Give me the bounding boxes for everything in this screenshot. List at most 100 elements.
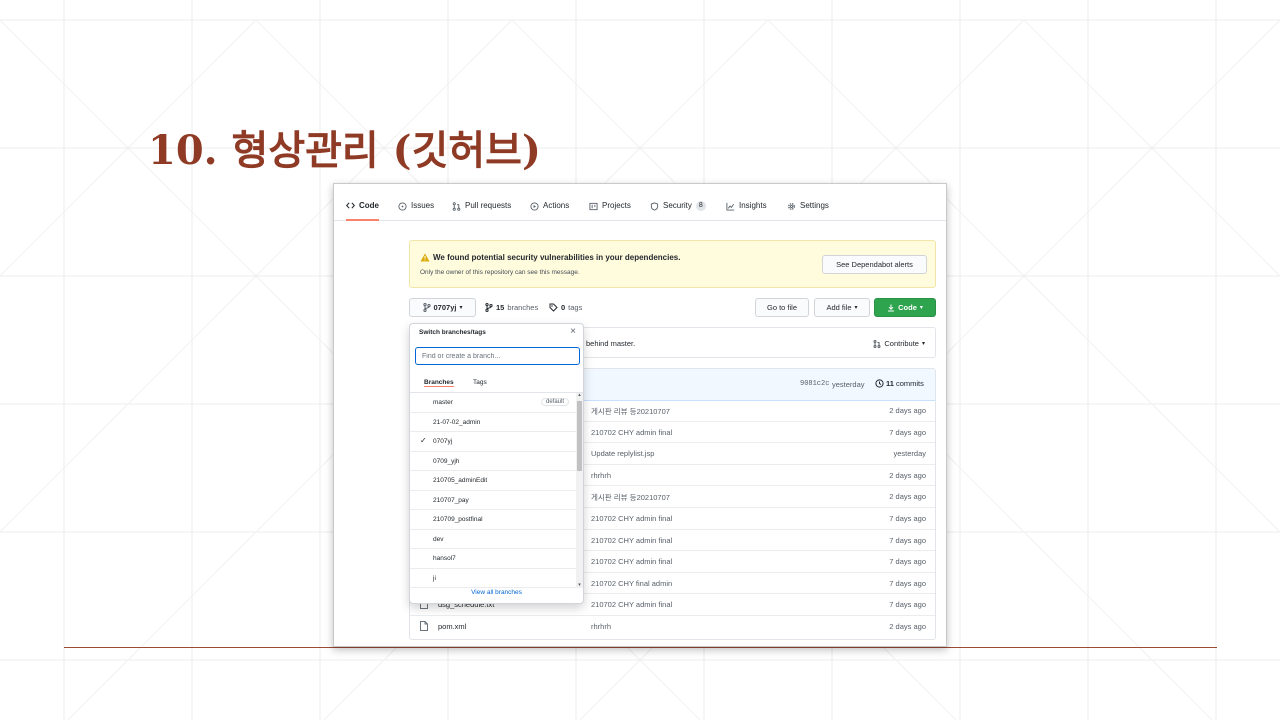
current-branch-label: 0707yj xyxy=(433,303,457,312)
commit-age: 2 days ago xyxy=(889,406,926,415)
default-branch-badge: default xyxy=(540,398,569,406)
commit-age: yesterday xyxy=(893,449,926,459)
tab-insights[interactable]: Insights xyxy=(726,184,767,220)
branch-list: master default 21-07-02_admin ✓ 0707yj 0709_y… xyxy=(410,393,576,588)
tab-branches[interactable]: Branches xyxy=(424,379,454,387)
commit-age: 2 days ago xyxy=(889,492,926,502)
scroll-down-icon[interactable]: ▾ xyxy=(576,582,583,588)
tab-settings-label: Settings xyxy=(800,201,829,210)
github-screenshot: Code Issues Pull requests Actions Projec… xyxy=(333,183,947,647)
branch-name: 210709_postfinal xyxy=(433,516,483,523)
scrollbar-thumb[interactable] xyxy=(577,401,582,471)
branches-label: branches xyxy=(507,303,539,312)
history-icon xyxy=(875,379,884,388)
commit-time: yesterday xyxy=(832,380,865,389)
commit-message[interactable]: Update replylist.jsp xyxy=(591,449,654,458)
gear-icon xyxy=(788,202,795,210)
branch-item[interactable]: master default xyxy=(410,393,576,413)
tab-actions[interactable]: Actions xyxy=(530,184,569,220)
tab-projects[interactable]: Projects xyxy=(589,184,631,220)
branch-name: ji xyxy=(433,574,436,582)
behind-text: behind master. xyxy=(586,339,636,348)
tag-icon xyxy=(549,303,558,312)
chevron-down-icon: ▾ xyxy=(921,341,925,347)
commit-age: 7 days ago xyxy=(889,557,926,567)
branch-name: 0707yj xyxy=(433,438,453,445)
security-alert: We found potential security vulnerabilit… xyxy=(409,240,936,288)
download-icon xyxy=(888,304,895,311)
commits-label: commits xyxy=(895,379,924,388)
branch-item[interactable]: 210707_pay xyxy=(410,491,576,510)
branch-item[interactable]: dev xyxy=(410,530,576,549)
commit-message[interactable]: 210702 CHY admin final xyxy=(591,428,672,437)
commit-message[interactable]: rhrhrh xyxy=(591,471,611,480)
branch-item[interactable]: 0709_yjh xyxy=(410,452,576,471)
see-dependabot-alerts-button[interactable]: See Dependabot alerts xyxy=(822,255,927,274)
branch-search-input[interactable] xyxy=(415,347,580,365)
dropdown-tabs: Branches Tags xyxy=(410,375,583,393)
title-rule xyxy=(64,647,1217,648)
branch-icon xyxy=(422,303,431,312)
branch-name: dev xyxy=(433,535,444,543)
tab-settings[interactable]: Settings xyxy=(787,184,829,220)
branch-item[interactable]: ✓ 0707yj xyxy=(410,432,576,452)
contribute-label: Contribute xyxy=(884,339,919,348)
branch-name: 21-07-02_admin xyxy=(433,418,481,426)
commit-message[interactable]: 게시판 리뷰 등20210707 xyxy=(591,492,670,503)
branch-item[interactable]: hansol7 xyxy=(410,549,576,569)
commit-message[interactable]: 210702 CHY admin final xyxy=(591,557,672,566)
tab-code[interactable]: Code xyxy=(346,184,379,221)
close-icon[interactable]: × xyxy=(570,326,576,337)
branch-name: master xyxy=(433,399,453,406)
branch-name: 0709_yjh xyxy=(433,457,460,465)
commit-message[interactable]: 210702 CHY final admin xyxy=(591,579,672,588)
tab-security[interactable]: Security 8 xyxy=(650,184,706,220)
tags-label: tags xyxy=(568,303,583,312)
commits-count: 11 xyxy=(886,379,894,388)
tags-link[interactable]: 0 tags xyxy=(549,303,582,312)
tab-issues[interactable]: Issues xyxy=(398,184,434,220)
branch-item[interactable]: 210705_adminEdit xyxy=(410,471,576,491)
tags-count: 0 xyxy=(561,303,566,312)
file-icon xyxy=(420,621,428,631)
branch-item[interactable]: ji xyxy=(410,569,576,588)
commit-age: 7 days ago xyxy=(889,427,926,437)
code-icon xyxy=(346,202,355,209)
commit-hash[interactable]: 9081c2c xyxy=(800,380,829,388)
branch-item[interactable]: 210709_postfinal xyxy=(410,510,576,530)
commit-message[interactable]: 210702 CHY admin final xyxy=(591,536,672,545)
code-button[interactable]: Code ▾ xyxy=(874,298,936,317)
commit-age: 7 days ago xyxy=(889,578,926,588)
scroll-up-icon[interactable]: ▴ xyxy=(576,392,583,398)
commit-age: 7 days ago xyxy=(889,600,926,610)
tab-security-label: Security xyxy=(663,201,692,210)
file-row[interactable]: pom.xml rhrhrh 2 days ago xyxy=(410,616,935,638)
branch-name: 210705_adminEdit xyxy=(433,477,488,484)
alert-title: We found potential security vulnerabilit… xyxy=(433,253,681,262)
file-name[interactable]: pom.xml xyxy=(438,622,466,631)
tab-pull-requests-label: Pull requests xyxy=(465,201,512,210)
add-file-button[interactable]: Add file ▾ xyxy=(814,298,870,317)
commits-link[interactable]: 11 commits xyxy=(875,379,924,388)
branch-list-scrollbar[interactable]: ▴ ▾ xyxy=(576,392,583,588)
branch-dropdown: Switch branches/tags × Branches Tags mas… xyxy=(409,323,584,604)
contribute-button[interactable]: Contribute ▾ xyxy=(873,339,925,348)
commit-message[interactable]: 게시판 리뷰 등20210707 xyxy=(591,406,670,417)
slide-title: 10. 형상관리 (깃허브) xyxy=(148,127,541,174)
commit-age: 7 days ago xyxy=(889,535,926,545)
issue-icon xyxy=(398,201,407,211)
branch-item[interactable]: 21-07-02_admin xyxy=(410,413,576,432)
go-to-file-button[interactable]: Go to file xyxy=(755,298,809,317)
commit-message[interactable]: 210702 CHY admin final xyxy=(591,514,672,523)
branch-select-button[interactable]: 0707yj ▾ xyxy=(409,298,476,317)
branch-name: 210707_pay xyxy=(433,496,469,504)
view-all-branches-link[interactable]: View all branches xyxy=(410,589,583,596)
branches-link[interactable]: 15 branches xyxy=(485,303,538,312)
branches-count: 15 xyxy=(496,303,505,312)
warning-icon xyxy=(420,253,430,262)
security-count-badge: 8 xyxy=(695,201,706,211)
tab-tags[interactable]: Tags xyxy=(473,379,487,386)
commit-message[interactable]: 210702 CHY admin final xyxy=(591,600,672,609)
tab-pull-requests[interactable]: Pull requests xyxy=(452,184,511,220)
commit-message[interactable]: rhrhrh xyxy=(591,622,611,631)
